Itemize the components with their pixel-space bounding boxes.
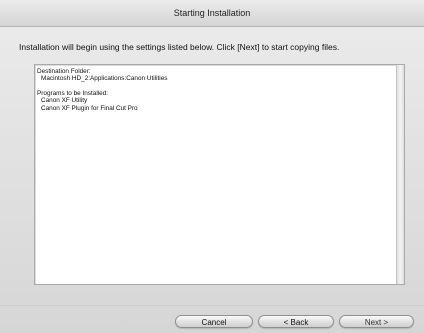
programs-label: Programs to be Installed: <box>37 89 109 97</box>
title-bar[interactable]: Starting Installation <box>0 0 424 27</box>
cancel-button[interactable]: Cancel <box>175 315 253 328</box>
back-button[interactable]: < Back <box>258 315 334 328</box>
vertical-scrollbar[interactable] <box>396 65 404 284</box>
window-title: Starting Installation <box>173 8 251 18</box>
settings-summary-box: Destination Folder: Macintosh HD_2:Appli… <box>34 64 405 285</box>
instruction-text: Installation will begin using the settin… <box>19 42 340 52</box>
destination-value: Macintosh HD_2:Applications:Canon Utilit… <box>41 75 168 83</box>
program-item: Canon XF Utility <box>41 97 88 105</box>
installer-window: Starting Installation Installation will … <box>0 0 424 333</box>
footer-divider <box>0 305 424 306</box>
next-button[interactable]: Next > <box>339 315 414 328</box>
destination-label: Destination Folder: <box>37 68 91 75</box>
settings-summary-content: Destination Folder: Macintosh HD_2:Appli… <box>37 68 394 112</box>
program-item: Canon XF Plugin for Final Cut Pro <box>41 104 138 112</box>
